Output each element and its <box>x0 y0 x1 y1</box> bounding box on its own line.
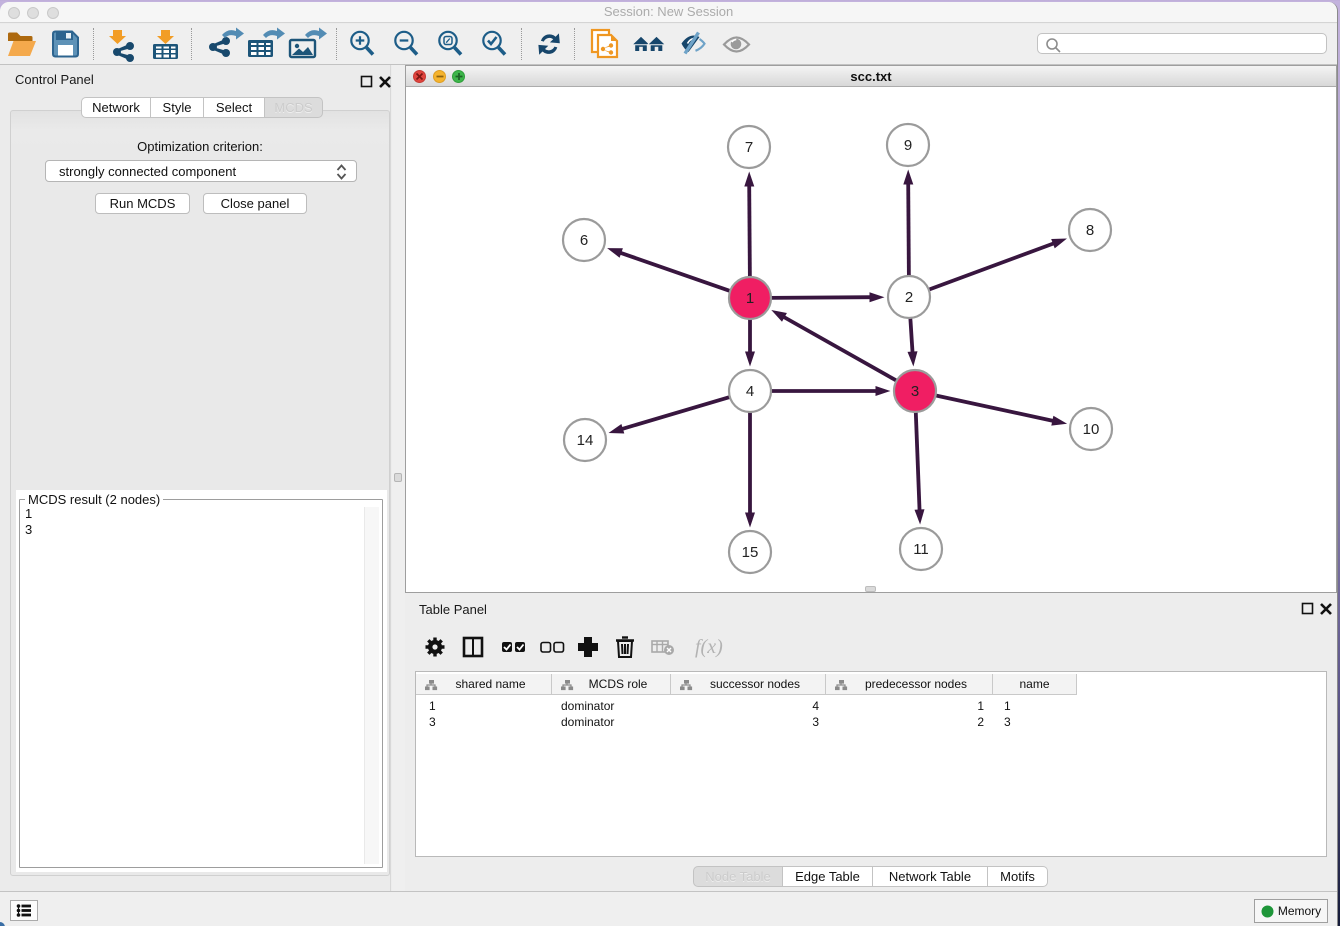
svg-text:8: 8 <box>1086 222 1094 239</box>
svg-text:14: 14 <box>577 432 594 449</box>
svg-text:9: 9 <box>904 137 912 154</box>
svg-text:7: 7 <box>745 139 753 156</box>
svg-text:6: 6 <box>580 232 588 249</box>
svg-text:2: 2 <box>905 289 913 306</box>
svg-text:f(x): f(x) <box>695 636 723 658</box>
svg-text:4: 4 <box>746 383 754 400</box>
svg-text:11: 11 <box>913 541 929 558</box>
svg-text:3: 3 <box>911 383 919 400</box>
svg-text:1: 1 <box>746 290 754 307</box>
svg-text:15: 15 <box>742 544 759 561</box>
svg-text:10: 10 <box>1083 421 1100 438</box>
